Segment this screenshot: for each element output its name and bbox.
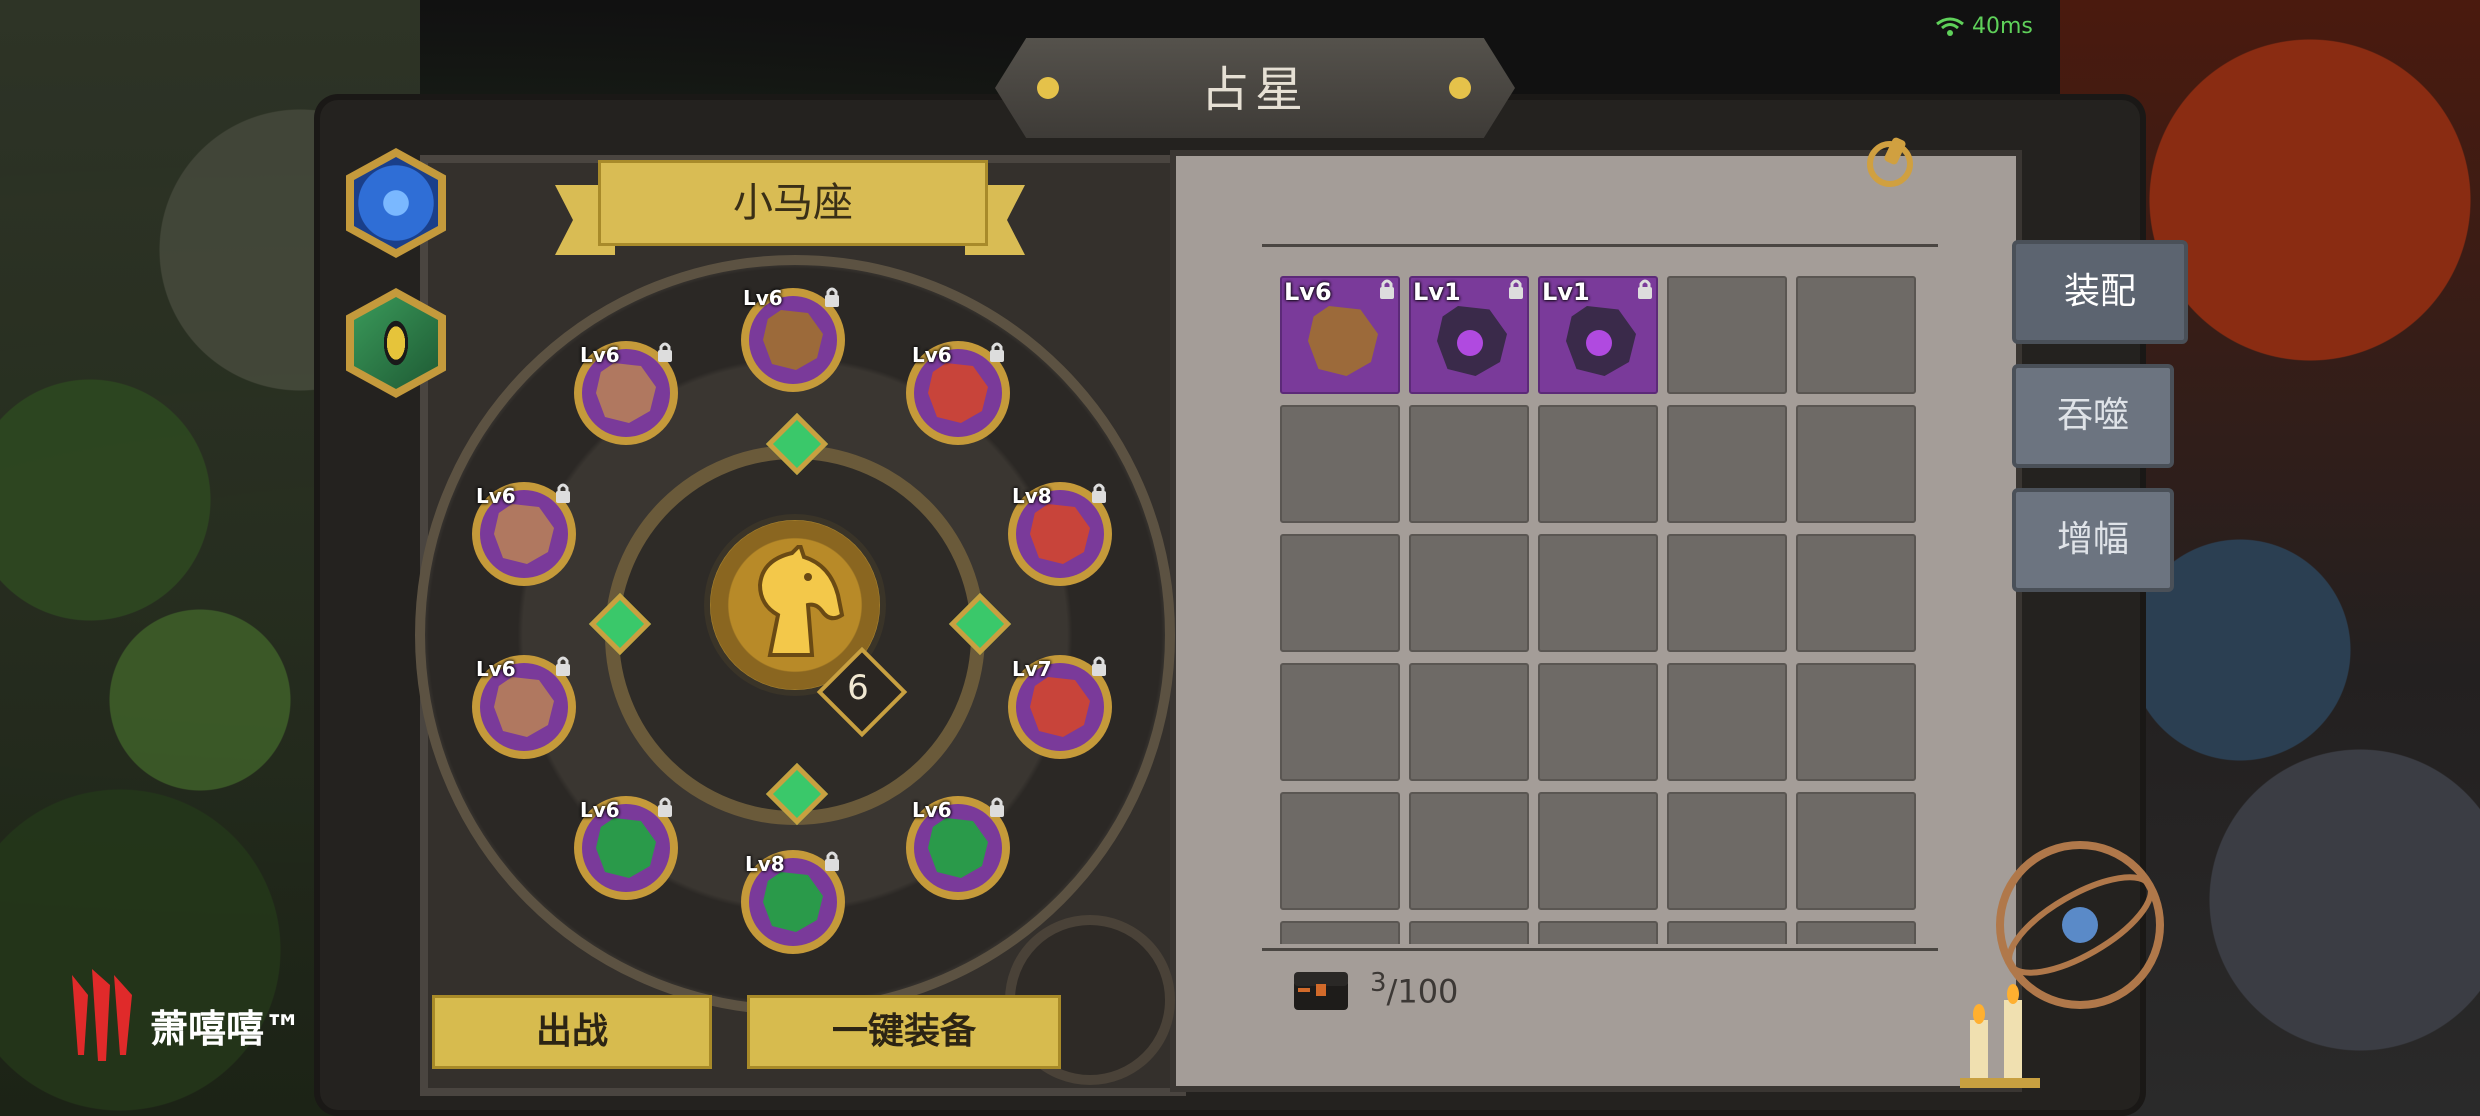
inventory-slot-empty[interactable] [1796, 534, 1916, 652]
inventory-slot-empty[interactable] [1538, 405, 1658, 523]
wifi-icon [1936, 17, 1964, 36]
brand-watermark: 萧嘻嘻™ [150, 1007, 303, 1051]
tab-devour[interactable]: 吞噬 [2012, 364, 2174, 468]
inventory-count: 3 [1370, 968, 1387, 998]
item-level: Lv6 [1284, 278, 1332, 306]
lock-icon [556, 656, 570, 676]
inventory-capacity: 3/100 [1370, 968, 1458, 1011]
swirl-icon [354, 157, 438, 249]
star-slot-8[interactable]: Lv6 [574, 796, 678, 900]
lock-icon [825, 287, 839, 307]
lock-icon [556, 483, 570, 503]
inventory-slot-empty[interactable] [1280, 405, 1400, 523]
moon-glow [1586, 330, 1612, 356]
lock-icon [990, 797, 1004, 817]
inventory-item-3[interactable]: Lv1 [1538, 276, 1658, 394]
equip-all-button[interactable]: 一键装备 [747, 995, 1061, 1069]
inventory-item-1[interactable]: Lv6 [1280, 276, 1400, 394]
inventory-slot-empty[interactable] [1280, 663, 1400, 781]
slot-level: Lv6 [476, 484, 516, 508]
inventory-slot-empty[interactable] [1409, 792, 1529, 910]
inventory-slot-empty[interactable] [1538, 663, 1658, 781]
constellation-level: 6 [847, 668, 869, 708]
chest-icon [1294, 972, 1348, 1010]
slot-level: Lv6 [580, 798, 620, 822]
eye-icon [354, 297, 438, 389]
inventory-slot-empty[interactable] [1796, 276, 1916, 394]
inventory-slot-empty[interactable] [1796, 792, 1916, 910]
inventory-slot-empty[interactable] [1796, 663, 1916, 781]
inventory-slot-empty[interactable] [1280, 792, 1400, 910]
inventory-slot-empty[interactable] [1538, 792, 1658, 910]
inventory-slot-empty[interactable] [1667, 921, 1787, 944]
candle-icon [1960, 984, 2040, 1088]
brand-logo-icon [72, 969, 132, 1061]
lock-icon [1509, 279, 1523, 299]
slot-level: Lv8 [745, 852, 785, 876]
lock-icon [1092, 656, 1106, 676]
inventory-slot-empty[interactable] [1796, 921, 1916, 944]
inventory-slot-empty[interactable] [1667, 534, 1787, 652]
inventory-item-2[interactable]: Lv1 [1409, 276, 1529, 394]
network-status: 40ms [1935, 14, 2033, 39]
inventory-slot-empty[interactable] [1538, 921, 1658, 944]
inventory-slot-empty[interactable] [1280, 921, 1400, 944]
inventory-slot-empty[interactable] [1538, 534, 1658, 652]
star-slot-1[interactable]: Lv6 [741, 286, 845, 392]
star-slot-7[interactable]: Lv7 [1008, 655, 1112, 759]
deploy-button[interactable]: 出战 [432, 995, 712, 1069]
lock-icon [1380, 279, 1394, 299]
inventory-slot-empty[interactable] [1667, 663, 1787, 781]
brown-rune-stone-icon [1308, 306, 1378, 376]
inventory-capacity-max: /100 [1386, 972, 1459, 1011]
inventory-slot-empty[interactable] [1280, 534, 1400, 652]
slot-level: Lv7 [1012, 657, 1052, 681]
inventory-divider-top [1262, 244, 1938, 247]
constellation-name: 小马座 [598, 160, 988, 246]
lock-icon [658, 342, 672, 362]
star-slot-10[interactable]: Lv8 [741, 850, 845, 954]
inventory-slot-empty[interactable] [1667, 792, 1787, 910]
inventory-slot-empty[interactable] [1796, 405, 1916, 523]
item-level: Lv1 [1542, 278, 1590, 306]
inventory-grid: Lv6 Lv1 Lv1 [1280, 276, 1920, 944]
slot-level: Lv6 [580, 343, 620, 367]
tab-equip[interactable]: 装配 [2012, 240, 2188, 344]
page-title: 占星 [1200, 62, 1309, 118]
inventory-slot-empty[interactable] [1667, 276, 1787, 394]
inventory-slot-empty[interactable] [1409, 663, 1529, 781]
lock-icon [990, 342, 1004, 362]
inventory-slot-empty[interactable] [1409, 405, 1529, 523]
tab-amplify[interactable]: 增幅 [2012, 488, 2174, 592]
filter-icon[interactable] [1862, 134, 1918, 190]
inventory-divider-bottom [1262, 948, 1938, 951]
inventory-slot-empty[interactable] [1667, 405, 1787, 523]
lock-icon [1092, 483, 1106, 503]
slot-level: Lv6 [476, 657, 516, 681]
moon-glow [1457, 330, 1483, 356]
star-slot-3[interactable]: Lv6 [906, 341, 1010, 445]
inventory-slot-empty[interactable] [1409, 921, 1529, 944]
slot-level: Lv6 [912, 798, 952, 822]
star-slot-6[interactable]: Lv6 [472, 655, 576, 759]
inventory-slot-empty[interactable] [1409, 534, 1529, 652]
lock-icon [1638, 279, 1652, 299]
star-slot-9[interactable]: Lv6 [906, 796, 1010, 900]
slot-level: Lv6 [912, 343, 952, 367]
star-slot-5[interactable]: Lv8 [1008, 482, 1112, 586]
star-slot-2[interactable]: Lv6 [574, 341, 678, 445]
ping-value: 40ms [1972, 14, 2033, 39]
item-level: Lv1 [1413, 278, 1461, 306]
lock-icon [825, 851, 839, 871]
slot-level: Lv8 [1012, 484, 1052, 508]
horse-icon [757, 545, 845, 657]
star-slot-4[interactable]: Lv6 [472, 482, 576, 586]
slot-level: Lv6 [743, 286, 783, 310]
lock-icon [658, 797, 672, 817]
